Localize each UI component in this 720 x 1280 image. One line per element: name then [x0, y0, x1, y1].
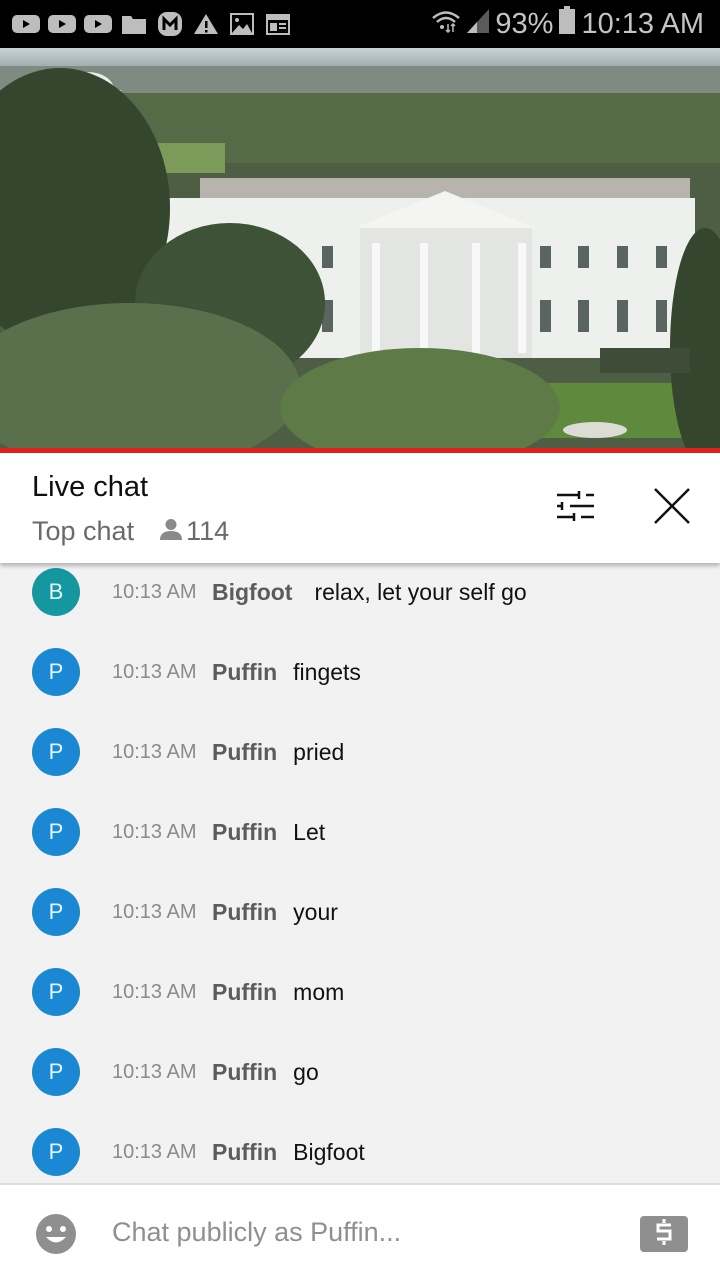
news-icon [264, 13, 292, 35]
cell-signal-icon [467, 8, 490, 41]
folder-icon [120, 13, 148, 35]
avatar[interactable]: P [32, 1048, 80, 1096]
super-chat-button[interactable] [640, 1216, 688, 1252]
chat-mode-label: Top chat [32, 516, 135, 546]
avatar[interactable]: P [32, 648, 80, 696]
message-timestamp: 10:13 AM [112, 1060, 197, 1083]
message-author[interactable]: Puffin [212, 659, 277, 686]
message-timestamp: 10:13 AM [112, 580, 197, 603]
message-text: Bigfoot [293, 1138, 365, 1165]
chat-message[interactable]: P 10:13 AM Puffin mom [0, 952, 720, 1032]
notification-icons [0, 12, 292, 36]
message-text: Let [293, 818, 326, 845]
emoji-icon [36, 1214, 76, 1258]
sliders-icon [557, 490, 595, 527]
avatar[interactable]: P [32, 888, 80, 936]
chat-input[interactable]: Chat publicly as Puffin... [112, 1217, 401, 1248]
message-text: fingets [293, 658, 361, 685]
chat-header: Live chat Top chat 114 [0, 453, 720, 563]
message-timestamp: 10:13 AM [112, 1140, 197, 1163]
image-icon [228, 13, 256, 35]
avatar[interactable]: P [32, 968, 80, 1016]
video-frame-white-house [0, 48, 720, 448]
warning-icon [192, 13, 220, 35]
youtube-icon [12, 13, 40, 35]
message-text: go [293, 1058, 319, 1085]
message-author[interactable]: Puffin [212, 979, 277, 1006]
viewer-count-value: 114 [186, 516, 230, 546]
battery-percent: 93% [495, 7, 554, 40]
message-text: your [293, 898, 338, 925]
message-timestamp: 10:13 AM [112, 900, 197, 923]
video-player[interactable] [0, 48, 720, 448]
chat-mode-selector[interactable]: Top chat 114 [32, 516, 229, 547]
message-timestamp: 10:13 AM [112, 660, 197, 683]
message-timestamp: 10:13 AM [112, 740, 197, 763]
message-timestamp: 10:13 AM [112, 820, 197, 843]
message-author[interactable]: Bigfoot [212, 579, 292, 606]
close-icon [654, 487, 690, 529]
viewer-count: 114 [160, 516, 229, 547]
chat-message[interactable]: P 10:13 AM Puffin go [0, 1032, 720, 1112]
close-chat-button[interactable] [647, 483, 697, 533]
chat-title: Live chat [32, 471, 149, 503]
youtube-icon [84, 13, 112, 35]
message-text: pried [293, 738, 345, 765]
chat-message[interactable]: P 10:13 AM Puffin pried [0, 712, 720, 792]
avatar[interactable]: P [32, 808, 80, 856]
message-author[interactable]: Puffin [212, 1059, 277, 1086]
message-text: relax, let your self go [314, 578, 527, 605]
status-bar: 93% 10:13 AM [0, 0, 720, 48]
chat-message[interactable]: P 10:13 AM Puffin Let [0, 792, 720, 872]
wifi-data-icon [431, 8, 461, 41]
message-text: mom [293, 978, 345, 1005]
chat-message[interactable]: B 10:13 AM Bigfoot relax, let your self g… [0, 563, 720, 632]
message-timestamp: 10:13 AM [112, 980, 197, 1003]
avatar[interactable]: P [32, 728, 80, 776]
dollar-icon [654, 1217, 674, 1252]
battery-icon [559, 6, 576, 42]
emoji-button[interactable] [36, 1214, 76, 1254]
message-author[interactable]: Puffin [212, 1139, 277, 1166]
chat-message[interactable]: P 10:13 AM Puffin fingets [0, 632, 720, 712]
filter-button[interactable] [551, 483, 601, 533]
person-icon [160, 516, 183, 547]
m-app-icon [156, 12, 184, 36]
message-author[interactable]: Puffin [212, 899, 277, 926]
avatar[interactable]: P [32, 1128, 80, 1176]
message-author[interactable]: Puffin [212, 739, 277, 766]
youtube-icon [48, 13, 76, 35]
chat-message[interactable]: P 10:13 AM Puffin your [0, 872, 720, 952]
chat-message[interactable]: P 10:13 AM Puffin Bigfoot [0, 1112, 720, 1183]
chat-message-list[interactable]: B 10:13 AM Bigfoot relax, let your self g… [0, 563, 720, 1183]
chat-input-bar: Chat publicly as Puffin... [0, 1183, 720, 1280]
avatar[interactable]: B [32, 568, 80, 616]
clock: 10:13 AM [581, 7, 704, 40]
message-author[interactable]: Puffin [212, 819, 277, 846]
